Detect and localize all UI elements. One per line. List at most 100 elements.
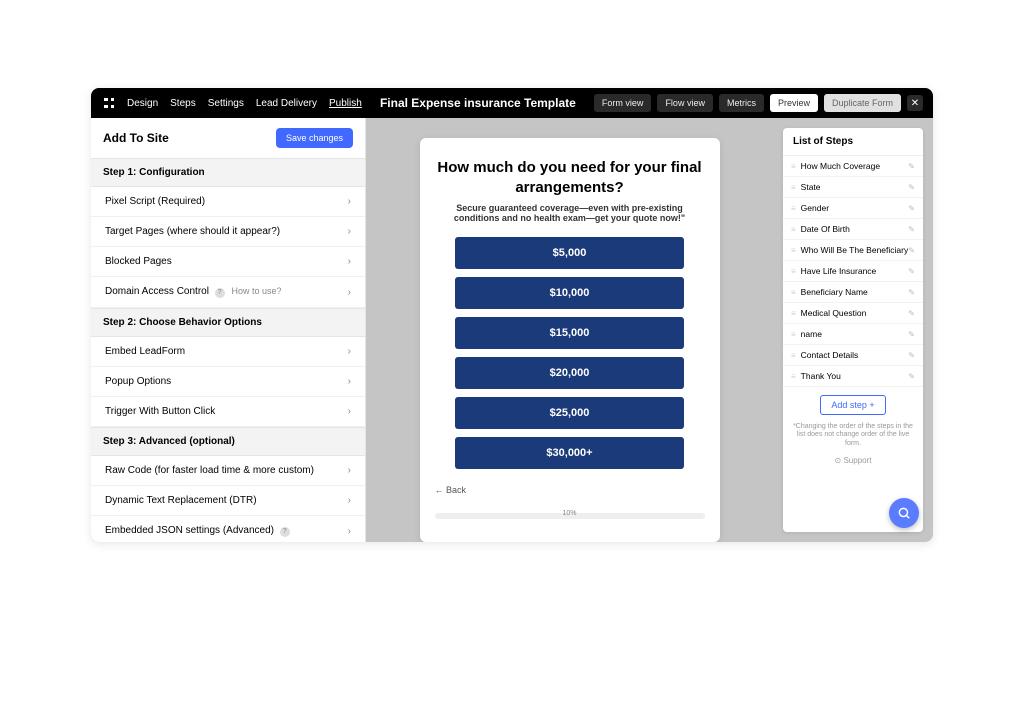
edit-icon[interactable]: ✎ xyxy=(908,288,915,297)
drag-handle-icon[interactable]: ≡ xyxy=(791,204,796,213)
flow-view-button[interactable]: Flow view xyxy=(657,94,713,112)
step-label: Beneficiary Name xyxy=(801,287,868,297)
step-row[interactable]: ≡ How Much Coverage ✎ xyxy=(783,156,923,177)
edit-icon[interactable]: ✎ xyxy=(908,372,915,381)
close-icon[interactable]: ✕ xyxy=(907,95,923,111)
logo-icon[interactable] xyxy=(101,95,117,111)
drag-handle-icon[interactable]: ≡ xyxy=(791,372,796,381)
add-step-button[interactable]: Add step + xyxy=(820,395,885,415)
step-row[interactable]: ≡ Thank You ✎ xyxy=(783,366,923,387)
sidebar-item-embedded-json[interactable]: Embedded JSON settings (Advanced) ?› xyxy=(91,516,365,542)
support-link[interactable]: ⊙ Support xyxy=(783,452,923,473)
sidebar-item-domain-access[interactable]: Domain Access Control ? How to use? › xyxy=(91,277,365,308)
form-view-button[interactable]: Form view xyxy=(594,94,652,112)
edit-icon[interactable]: ✎ xyxy=(908,309,915,318)
option-10000[interactable]: $10,000 xyxy=(455,277,685,309)
drag-handle-icon[interactable]: ≡ xyxy=(791,351,796,360)
option-15000[interactable]: $15,000 xyxy=(455,317,685,349)
back-button[interactable]: ← Back xyxy=(435,485,467,495)
chevron-right-icon: › xyxy=(348,226,351,237)
step-row[interactable]: ≡ State ✎ xyxy=(783,177,923,198)
edit-icon[interactable]: ✎ xyxy=(908,162,915,171)
form-heading: How much do you need for your final arra… xyxy=(435,158,705,197)
metrics-button[interactable]: Metrics xyxy=(719,94,764,112)
step-label: State xyxy=(801,182,821,192)
chevron-right-icon: › xyxy=(348,196,351,207)
chevron-right-icon: › xyxy=(348,526,351,537)
step-label: Thank You xyxy=(801,371,841,381)
form-subheading: Secure guaranteed coverage—even with pre… xyxy=(435,203,705,223)
step-row[interactable]: ≡name✎ xyxy=(783,324,923,345)
step-label: How Much Coverage xyxy=(801,161,880,171)
edit-icon[interactable]: ✎ xyxy=(908,225,915,234)
steps-panel-title: List of Steps xyxy=(783,128,923,156)
drag-handle-icon[interactable]: ≡ xyxy=(791,162,796,171)
duplicate-form-button[interactable]: Duplicate Form xyxy=(824,94,901,112)
sidebar-item-target-pages[interactable]: Target Pages (where should it appear?)› xyxy=(91,217,365,247)
chevron-right-icon: › xyxy=(348,465,351,476)
sidebar-item-trigger-button[interactable]: Trigger With Button Click› xyxy=(91,397,365,427)
steps-panel: List of Steps ≡ How Much Coverage ✎ ≡ State ✎… xyxy=(783,128,923,532)
chevron-right-icon: › xyxy=(348,256,351,267)
section-advanced: Step 3: Advanced (optional) xyxy=(91,427,365,456)
option-25000[interactable]: $25,000 xyxy=(455,397,685,429)
sidebar-item-raw-code[interactable]: Raw Code (for faster load time & more cu… xyxy=(91,456,365,486)
nav-design[interactable]: Design xyxy=(127,98,158,109)
step-row[interactable]: ≡ Beneficiary Name ✎ xyxy=(783,282,923,303)
drag-handle-icon[interactable]: ≡ xyxy=(791,183,796,192)
drag-handle-icon[interactable]: ≡ xyxy=(791,330,796,339)
progress-bar: 10% xyxy=(435,513,705,519)
step-row[interactable]: ≡ Date Of Birth ✎ xyxy=(783,219,923,240)
help-fab[interactable] xyxy=(889,498,919,528)
step-label: Gender xyxy=(801,203,829,213)
info-icon: ? xyxy=(280,527,290,537)
sidebar-item-blocked-pages[interactable]: Blocked Pages› xyxy=(91,247,365,277)
chevron-right-icon: › xyxy=(348,346,351,357)
section-behavior: Step 2: Choose Behavior Options xyxy=(91,308,365,337)
nav-settings[interactable]: Settings xyxy=(208,98,244,109)
edit-icon[interactable]: ✎ xyxy=(908,267,915,276)
edit-icon[interactable]: ✎ xyxy=(908,183,915,192)
chevron-right-icon: › xyxy=(348,376,351,387)
progress-label: 10% xyxy=(562,510,576,517)
option-5000[interactable]: $5,000 xyxy=(455,237,685,269)
info-icon: ? xyxy=(215,288,225,298)
sidebar-item-popup-options[interactable]: Popup Options› xyxy=(91,367,365,397)
page-title: Final Expense insurance Template xyxy=(362,96,594,110)
step-row[interactable]: ≡Who Will Be The Beneficiary✎ xyxy=(783,240,923,261)
app-window: Design Steps Settings Lead Delivery Publ… xyxy=(91,88,933,542)
step-label: Have Life Insurance xyxy=(801,266,877,276)
edit-icon[interactable]: ✎ xyxy=(908,204,915,213)
main-area: Add To Site Save changes Step 1: Configu… xyxy=(91,118,933,542)
main-nav: Design Steps Settings Lead Delivery Publ… xyxy=(127,98,362,109)
option-20000[interactable]: $20,000 xyxy=(455,357,685,389)
sidebar-item-dtr[interactable]: Dynamic Text Replacement (DTR)› xyxy=(91,486,365,516)
save-changes-button[interactable]: Save changes xyxy=(276,128,353,148)
sidebar-item-pixel-script[interactable]: Pixel Script (Required)› xyxy=(91,187,365,217)
top-bar: Design Steps Settings Lead Delivery Publ… xyxy=(91,88,933,118)
edit-icon[interactable]: ✎ xyxy=(908,330,915,339)
drag-handle-icon[interactable]: ≡ xyxy=(791,267,796,276)
sidebar-title: Add To Site xyxy=(103,131,169,145)
left-sidebar: Add To Site Save changes Step 1: Configu… xyxy=(91,118,366,542)
step-row[interactable]: ≡ Have Life Insurance ✎ xyxy=(783,261,923,282)
sidebar-item-embed-leadform[interactable]: Embed LeadForm› xyxy=(91,337,365,367)
drag-handle-icon[interactable]: ≡ xyxy=(791,309,796,318)
preview-button[interactable]: Preview xyxy=(770,94,818,112)
step-label: Date Of Birth xyxy=(801,224,850,234)
drag-handle-icon[interactable]: ≡ xyxy=(791,225,796,234)
drag-handle-icon[interactable]: ≡ xyxy=(791,288,796,297)
form-preview-area: How much do you need for your final arra… xyxy=(366,118,773,542)
edit-icon[interactable]: ✎ xyxy=(908,351,915,360)
step-label: Medical Question xyxy=(801,308,867,318)
step-row[interactable]: ≡ Medical Question ✎ xyxy=(783,303,923,324)
step-row[interactable]: ≡ Gender ✎ xyxy=(783,198,923,219)
option-30000[interactable]: $30,000+ xyxy=(455,437,685,469)
nav-publish[interactable]: Publish xyxy=(329,98,362,109)
nav-steps[interactable]: Steps xyxy=(170,98,196,109)
chevron-right-icon: › xyxy=(348,406,351,417)
drag-handle-icon[interactable]: ≡ xyxy=(791,246,796,255)
edit-icon[interactable]: ✎ xyxy=(908,246,915,255)
nav-lead-delivery[interactable]: Lead Delivery xyxy=(256,98,317,109)
step-row[interactable]: ≡Contact Details✎ xyxy=(783,345,923,366)
